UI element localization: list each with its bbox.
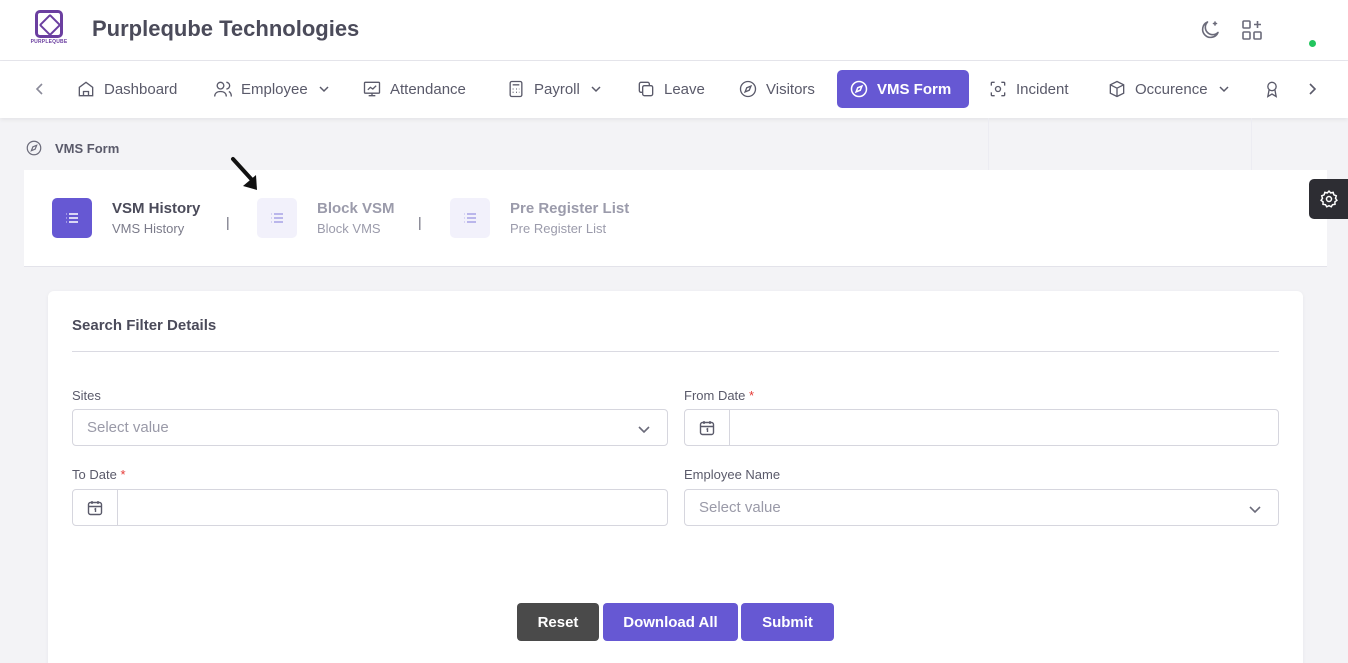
logo-mark (35, 10, 63, 38)
compass-icon (739, 80, 757, 98)
list-icon (52, 198, 92, 238)
compass-icon (26, 140, 42, 156)
nav-item-leave[interactable]: Leave (624, 70, 717, 108)
nav-item-dashboard[interactable]: Dashboard (64, 70, 189, 108)
moon-icon[interactable] (1198, 18, 1222, 42)
calendar-icon[interactable] (73, 490, 118, 525)
nav-item-employee[interactable]: Employee (201, 70, 342, 108)
to-date-label: To Date * (72, 467, 126, 482)
calculator-icon (509, 80, 523, 98)
chevron-down-icon (591, 86, 601, 93)
nav-item-label: Dashboard (104, 80, 178, 98)
nav-item-awards[interactable] (1252, 70, 1292, 108)
from-date-field[interactable] (684, 409, 1279, 446)
tab-separator: | (226, 214, 230, 230)
nav-scroll-right-icon[interactable] (1304, 81, 1320, 97)
tab-pre-register-list[interactable]: Pre Register List Pre Register List (450, 198, 629, 238)
submit-button[interactable]: Submit (741, 603, 834, 641)
nav-item-label: Leave (664, 80, 705, 98)
tab-subtitle: VMS History (112, 221, 185, 236)
tab-subtitle: Pre Register List (510, 221, 607, 236)
list-icon (257, 198, 297, 238)
logo-text: PURPLEQUBE (30, 39, 68, 45)
nav-item-vms-form[interactable]: VMS Form (837, 70, 969, 108)
users-icon (214, 81, 232, 97)
presentation-icon (363, 81, 381, 97)
nav-item-label: Occurence (1135, 80, 1208, 98)
compass-icon (850, 80, 868, 98)
employee-name-placeholder: Select value (699, 499, 781, 516)
nav-item-label: Visitors (766, 80, 815, 98)
from-date-label-text: From Date (684, 388, 746, 403)
employee-name-select[interactable]: Select value (684, 489, 1279, 526)
nav-item-label: Incident (1016, 80, 1069, 98)
tab-title: VSM History (112, 200, 201, 217)
apps-grid-icon[interactable] (1240, 18, 1264, 42)
company-logo[interactable]: PURPLEQUBE (30, 10, 68, 50)
tab-title: Pre Register List (510, 200, 630, 217)
nav-item-label: Attendance (390, 80, 466, 98)
download-all-button[interactable]: Download All (603, 603, 738, 641)
nav-item-occurence[interactable]: Occurence (1095, 70, 1242, 108)
brand-name: Purpleqube Technologies (92, 16, 360, 41)
tab-title: Block VSM (317, 200, 395, 217)
nav-item-label: Employee (241, 80, 308, 98)
top-header: PURPLEQUBE Purpleqube Technologies (0, 0, 1348, 61)
sites-select[interactable]: Select value (72, 409, 668, 446)
chevron-down-icon (319, 86, 329, 93)
calendar-icon[interactable] (685, 410, 730, 445)
chevron-down-icon (1249, 506, 1261, 514)
vms-tabs-card: VSM History VMS History | Block VSM Bloc… (24, 170, 1327, 267)
focus-icon (990, 81, 1006, 97)
required-mark: * (749, 388, 755, 403)
to-date-label-text: To Date (72, 467, 117, 482)
card-divider (72, 351, 1279, 352)
to-date-field[interactable] (72, 489, 668, 526)
tab-separator: | (418, 214, 422, 230)
nav-item-payroll[interactable]: Payroll (494, 70, 614, 108)
settings-gear-button[interactable] (1309, 179, 1348, 219)
main-nav: Dashboard Employee Attendance Payroll Le… (0, 61, 1348, 118)
gear-icon (1319, 189, 1338, 208)
tab-block-vsm[interactable]: Block VSM Block VMS (257, 198, 395, 238)
sites-placeholder: Select value (87, 419, 169, 436)
copy-icon (638, 81, 654, 97)
required-mark: * (120, 467, 126, 482)
reset-button[interactable]: Reset (517, 603, 599, 641)
from-date-label: From Date * (684, 388, 754, 403)
sites-label: Sites (72, 388, 101, 403)
nav-item-incident[interactable]: Incident (976, 70, 1081, 108)
nav-item-label: Payroll (534, 80, 580, 98)
boxes-icon (1109, 80, 1125, 98)
nav-scroll-left-icon[interactable] (32, 81, 48, 97)
award-icon (1266, 81, 1278, 98)
breadcrumb: VMS Form (25, 139, 119, 157)
employee-name-label: Employee Name (684, 467, 781, 482)
chevron-down-icon (1219, 86, 1229, 93)
list-icon (450, 198, 490, 238)
nav-item-label: VMS Form (877, 80, 952, 98)
home-icon (78, 81, 94, 97)
online-status-dot (1309, 40, 1316, 47)
nav-item-visitors[interactable]: Visitors (726, 70, 827, 108)
mouse-cursor-icon (228, 155, 262, 197)
nav-item-attendance[interactable]: Attendance (350, 70, 478, 108)
card-title: Search Filter Details (72, 317, 217, 334)
breadcrumb-label: VMS Form (55, 140, 120, 156)
search-filter-card: Search Filter Details Sites Select value… (48, 291, 1303, 663)
chevron-down-icon (638, 426, 650, 434)
tab-subtitle: Block VMS (317, 221, 381, 236)
tab-vsm-history[interactable]: VSM History VMS History (52, 198, 200, 238)
